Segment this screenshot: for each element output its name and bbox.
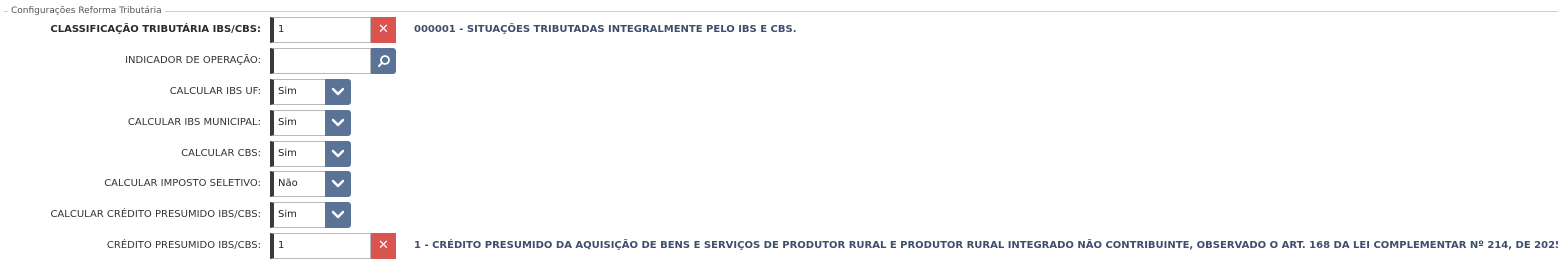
- calcular-credito-label: CALCULAR CRÉDITO PRESUMIDO IBS/CBS:: [50, 209, 261, 220]
- close-icon: ✕: [378, 238, 389, 253]
- calcular-credito-select[interactable]: Sim: [270, 202, 351, 228]
- chevron-down-icon: [331, 118, 345, 127]
- ibs-municipal-label: CALCULAR IBS MUNICIPAL:: [127, 117, 261, 128]
- imposto-seletivo-dropdown-button[interactable]: [325, 171, 351, 197]
- chevron-down-icon: [331, 210, 345, 219]
- chevron-down-icon: [331, 179, 345, 188]
- cbs-value: Sim: [270, 141, 326, 167]
- search-icon: [377, 55, 390, 67]
- ibs-municipal-value: Sim: [270, 110, 326, 136]
- ibs-uf-select[interactable]: Sim: [270, 79, 351, 105]
- classificacao-input[interactable]: 1: [270, 17, 371, 43]
- cbs-select[interactable]: Sim: [270, 141, 351, 167]
- classificacao-row: CLASSIFICAÇÃO TRIBUTÁRIA IBS/CBS: 1 ✕ 00…: [0, 17, 1558, 43]
- ibs-municipal-select[interactable]: Sim: [270, 110, 351, 136]
- cbs-row: CALCULAR CBS: Sim: [0, 141, 1558, 167]
- credito-presumido-label: CRÉDITO PRESUMIDO IBS/CBS:: [106, 240, 261, 251]
- ibs-uf-dropdown-button[interactable]: [325, 79, 351, 105]
- calcular-credito-value: Sim: [270, 202, 326, 228]
- ibs-municipal-dropdown-button[interactable]: [325, 110, 351, 136]
- classificacao-clear-button[interactable]: ✕: [371, 17, 396, 43]
- section-legend: Configurações Reforma Tributária: [8, 5, 165, 17]
- credito-presumido-description: 1 - CRÉDITO PRESUMIDO DA AQUISIÇÃO DE BE…: [414, 240, 1558, 251]
- imposto-seletivo-label: CALCULAR IMPOSTO SELETIVO:: [104, 178, 261, 189]
- credito-presumido-row: CRÉDITO PRESUMIDO IBS/CBS: 1 ✕ 1 - CRÉDI…: [0, 233, 1558, 259]
- close-icon: ✕: [378, 22, 389, 37]
- imposto-seletivo-select[interactable]: Não: [270, 171, 351, 197]
- ibs-uf-row: CALCULAR IBS UF: Sim: [0, 79, 1558, 105]
- credito-presumido-input[interactable]: 1: [270, 233, 371, 259]
- indicador-search-button[interactable]: [371, 48, 396, 74]
- classificacao-label: CLASSIFICAÇÃO TRIBUTÁRIA IBS/CBS:: [50, 24, 261, 35]
- calcular-credito-row: CALCULAR CRÉDITO PRESUMIDO IBS/CBS: Sim: [0, 202, 1558, 228]
- indicador-row: INDICADOR DE OPERAÇÃO:: [0, 48, 1558, 74]
- chevron-down-icon: [331, 87, 345, 96]
- chevron-down-icon: [331, 149, 345, 158]
- ibs-uf-label: CALCULAR IBS UF:: [169, 86, 261, 97]
- indicador-label: INDICADOR DE OPERAÇÃO:: [125, 55, 261, 66]
- calcular-credito-dropdown-button[interactable]: [325, 202, 351, 228]
- imposto-seletivo-row: CALCULAR IMPOSTO SELETIVO: Não: [0, 171, 1558, 197]
- ibs-uf-value: Sim: [270, 79, 326, 105]
- imposto-seletivo-value: Não: [270, 171, 326, 197]
- indicador-input[interactable]: [270, 48, 371, 74]
- credito-presumido-clear-button[interactable]: ✕: [371, 233, 396, 259]
- cbs-dropdown-button[interactable]: [325, 141, 351, 167]
- ibs-municipal-row: CALCULAR IBS MUNICIPAL: Sim: [0, 110, 1558, 136]
- classificacao-description: 000001 - SITUAÇÕES TRIBUTADAS INTEGRALME…: [414, 24, 797, 35]
- cbs-label: CALCULAR CBS:: [181, 148, 261, 159]
